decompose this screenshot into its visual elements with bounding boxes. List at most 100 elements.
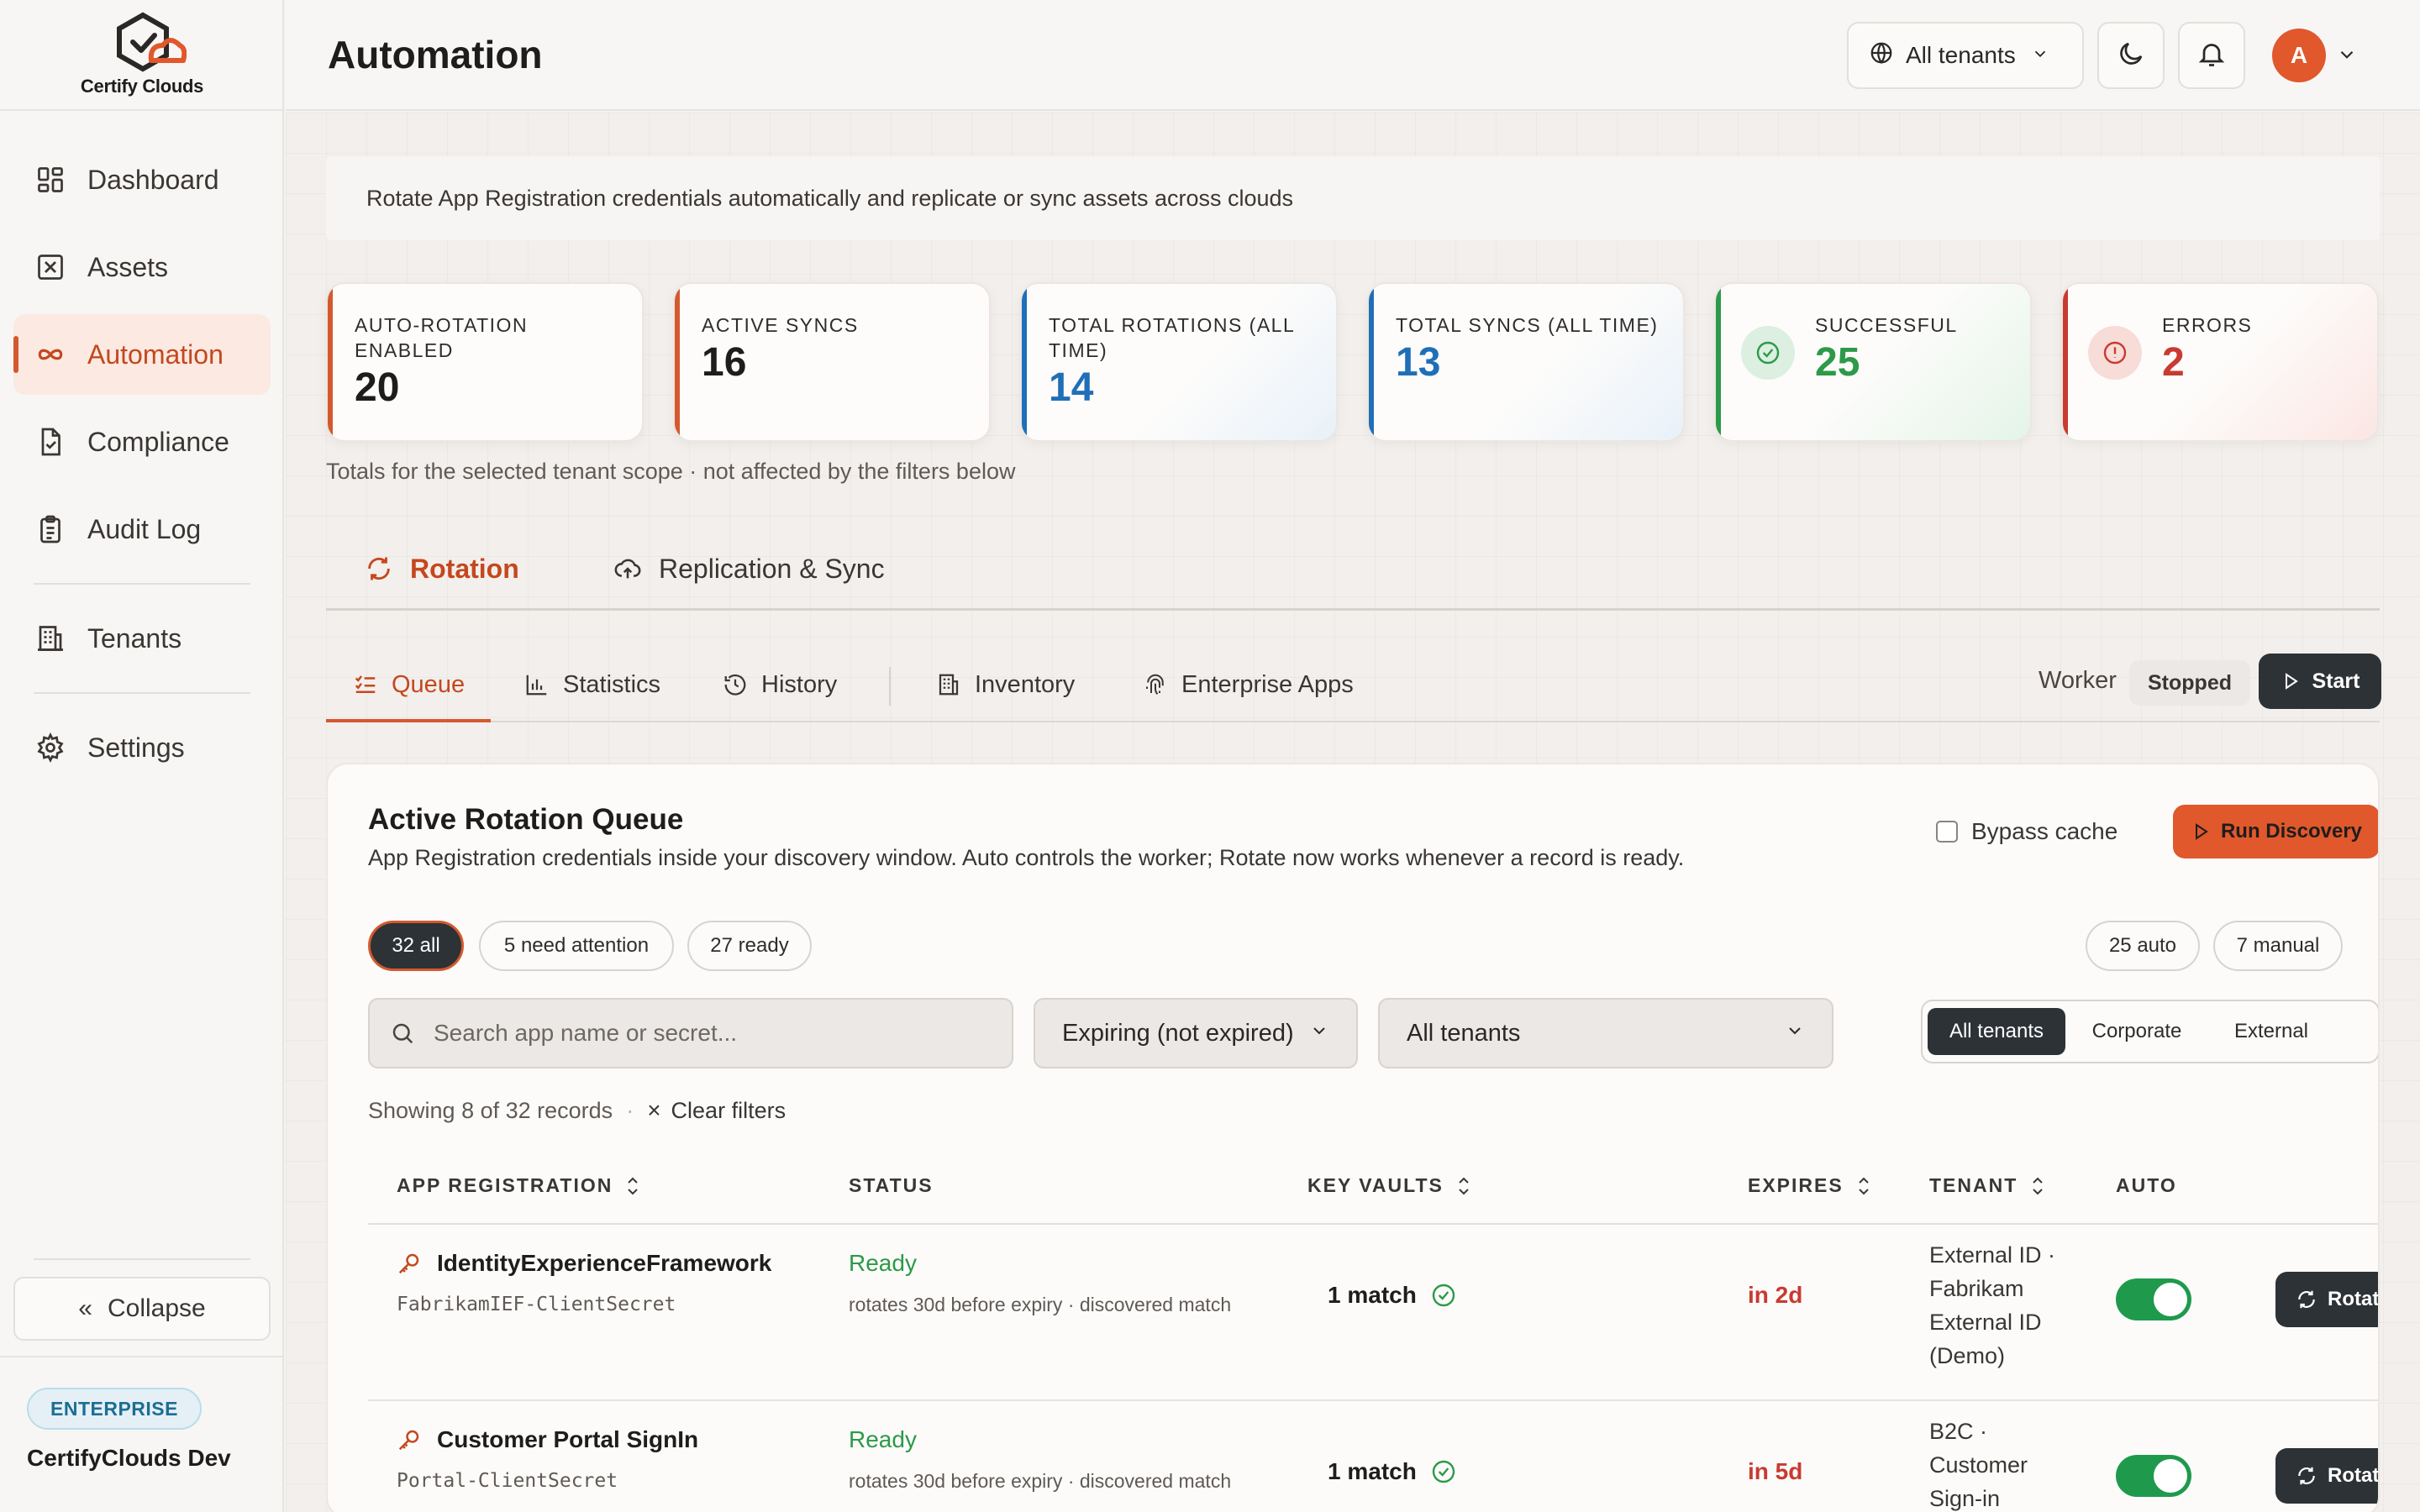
tab-label: Replication & Sync bbox=[659, 553, 885, 584]
segment-all-tenants[interactable]: All tenants bbox=[1928, 1008, 2065, 1055]
chevrons-left-icon: « bbox=[78, 1294, 92, 1322]
status-badge: Ready bbox=[849, 1426, 917, 1452]
status-badge: Ready bbox=[849, 1250, 917, 1276]
stats-note: Totals for the selected tenant scope · n… bbox=[326, 459, 1016, 484]
collapse-label: Collapse bbox=[107, 1294, 206, 1322]
column-header-label: EXPIRES bbox=[1748, 1174, 1844, 1196]
refresh-icon bbox=[365, 554, 393, 583]
sidebar-item-settings[interactable]: Settings bbox=[13, 707, 271, 788]
check-circle-icon bbox=[1430, 1458, 1457, 1485]
bar-chart-icon bbox=[524, 672, 550, 697]
top-header: Automation All tenants A bbox=[286, 0, 2420, 111]
app-name: IdentityExperienceFramework bbox=[437, 1250, 772, 1276]
alert-circle-icon bbox=[2088, 326, 2142, 380]
filter-chip-auto[interactable]: 25 auto bbox=[2086, 921, 2200, 971]
intro-banner: Rotate App Registration credentials auto… bbox=[326, 156, 2380, 240]
sidebar-divider bbox=[34, 583, 250, 585]
sidebar-item-assets[interactable]: Assets bbox=[13, 227, 271, 307]
infinity-icon bbox=[34, 338, 67, 371]
auto-rotation-toggle[interactable] bbox=[2116, 1278, 2191, 1320]
key-icon bbox=[397, 1251, 422, 1276]
brand-logo[interactable]: Certify Clouds bbox=[0, 0, 284, 111]
stat-accent-bar bbox=[328, 284, 333, 440]
fingerprint-icon bbox=[1143, 672, 1168, 697]
tenant-filter-select[interactable]: All tenants bbox=[1378, 998, 1833, 1068]
moon-icon bbox=[2116, 39, 2146, 73]
segment-external[interactable]: External bbox=[2208, 1008, 2334, 1055]
bypass-cache-toggle[interactable]: Bypass cache bbox=[1936, 818, 2118, 845]
stat-card-total-rotations: TOTAL ROTATIONS (ALL TIME) 14 bbox=[1020, 282, 1338, 442]
subtab-queue[interactable]: Queue bbox=[353, 657, 465, 712]
filter-chip-manual[interactable]: 7 manual bbox=[2213, 921, 2343, 971]
file-check-icon bbox=[34, 425, 67, 459]
list-check-icon bbox=[353, 672, 378, 697]
search-input[interactable]: Search app name or secret... bbox=[368, 998, 1013, 1068]
main-content: Rotate App Registration credentials auto… bbox=[286, 113, 2420, 1512]
results-summary: Showing 8 of 32 records · × Clear filter… bbox=[368, 1097, 786, 1124]
sidebar-item-label: Automation bbox=[87, 339, 224, 370]
column-header-label: APP REGISTRATION bbox=[397, 1174, 613, 1196]
auto-rotation-toggle[interactable] bbox=[2116, 1455, 2191, 1497]
tab-label: Rotation bbox=[410, 553, 519, 584]
tab-rotation[interactable]: Rotation bbox=[365, 541, 519, 596]
subtab-history[interactable]: History bbox=[723, 657, 837, 712]
key-vault-match: 1 match bbox=[1328, 1458, 1457, 1485]
segment-corporate[interactable]: Corporate bbox=[2065, 1008, 2208, 1055]
subtab-statistics[interactable]: Statistics bbox=[524, 657, 660, 712]
table-row[interactable]: IdentityExperienceFramework bbox=[397, 1250, 771, 1277]
stat-value: 20 bbox=[355, 365, 400, 410]
filter-chip-all[interactable]: 32 all bbox=[368, 921, 464, 971]
tenant-value: B2C · Customer Sign-in bbox=[1929, 1419, 2028, 1511]
expiry-filter-select[interactable]: Expiring (not expired) bbox=[1034, 998, 1358, 1068]
bell-icon bbox=[2196, 39, 2227, 73]
start-worker-button[interactable]: Start bbox=[2259, 654, 2381, 709]
stat-label: TOTAL ROTATIONS (ALL TIME) bbox=[1049, 314, 1295, 361]
globe-icon bbox=[1869, 40, 1894, 71]
tab-replication-sync[interactable]: Replication & Sync bbox=[613, 541, 885, 596]
play-icon bbox=[2281, 671, 2301, 691]
sidebar-item-label: Tenants bbox=[87, 622, 182, 654]
collapse-button[interactable]: « Collapse bbox=[13, 1277, 271, 1341]
rotate-now-label: Rotate now bbox=[2328, 1464, 2380, 1487]
filter-chip-ready[interactable]: 27 ready bbox=[687, 921, 812, 971]
stat-value: 14 bbox=[1049, 365, 1094, 410]
theme-toggle-button[interactable] bbox=[2097, 22, 2165, 89]
clear-filters-button[interactable]: × Clear filters bbox=[647, 1097, 786, 1124]
rotate-now-button[interactable]: Rotate now bbox=[2275, 1448, 2380, 1504]
tenant-selector[interactable]: All tenants bbox=[1847, 22, 2084, 89]
subtab-inventory[interactable]: Inventory bbox=[936, 657, 1075, 712]
sidebar-item-audit-log[interactable]: Audit Log bbox=[13, 489, 271, 570]
sort-icon bbox=[2029, 1175, 2046, 1197]
sidebar-item-tenants[interactable]: Tenants bbox=[13, 598, 271, 679]
cloud-upload-icon bbox=[613, 554, 642, 583]
notifications-button[interactable] bbox=[2178, 22, 2245, 89]
sidebar-item-compliance[interactable]: Compliance bbox=[13, 402, 271, 482]
stat-accent-bar bbox=[1716, 284, 1721, 440]
column-header-expires[interactable]: EXPIRES bbox=[1748, 1174, 1872, 1197]
sidebar-item-dashboard[interactable]: Dashboard bbox=[13, 139, 271, 220]
filter-chip-need-attention[interactable]: 5 need attention bbox=[479, 921, 674, 971]
column-header-tenant[interactable]: TENANT bbox=[1929, 1174, 2046, 1197]
column-header-key-vaults[interactable]: KEY VAULTS bbox=[1307, 1174, 1472, 1197]
active-subtab-indicator bbox=[326, 719, 491, 722]
sidebar-item-label: Dashboard bbox=[87, 164, 219, 195]
refresh-icon bbox=[2296, 1465, 2317, 1487]
subtab-enterprise-apps[interactable]: Enterprise Apps bbox=[1143, 657, 1354, 712]
check-circle-icon bbox=[1741, 326, 1795, 380]
table-row[interactable]: Customer Portal SignIn bbox=[397, 1426, 698, 1453]
chevron-down-icon[interactable] bbox=[2336, 44, 2358, 70]
stat-accent-bar bbox=[1022, 284, 1027, 440]
column-header-app-registration[interactable]: APP REGISTRATION bbox=[397, 1174, 641, 1197]
rotate-now-button[interactable]: Rotate now bbox=[2275, 1272, 2378, 1327]
subtab-label: Queue bbox=[392, 670, 466, 698]
avatar[interactable]: A bbox=[2272, 29, 2326, 82]
worker-label: Worker bbox=[2039, 667, 2117, 694]
subtabs-divider bbox=[326, 721, 2380, 722]
bypass-cache-checkbox[interactable] bbox=[1936, 821, 1958, 843]
certify-clouds-logo-icon bbox=[117, 12, 187, 72]
sidebar-item-automation[interactable]: Automation bbox=[13, 314, 271, 395]
sidebar-divider bbox=[34, 692, 250, 694]
stat-card-errors: ERRORS 2 bbox=[2061, 282, 2379, 442]
run-discovery-button[interactable]: Run Discovery bbox=[2173, 805, 2378, 858]
stat-accent-bar bbox=[2063, 284, 2068, 440]
